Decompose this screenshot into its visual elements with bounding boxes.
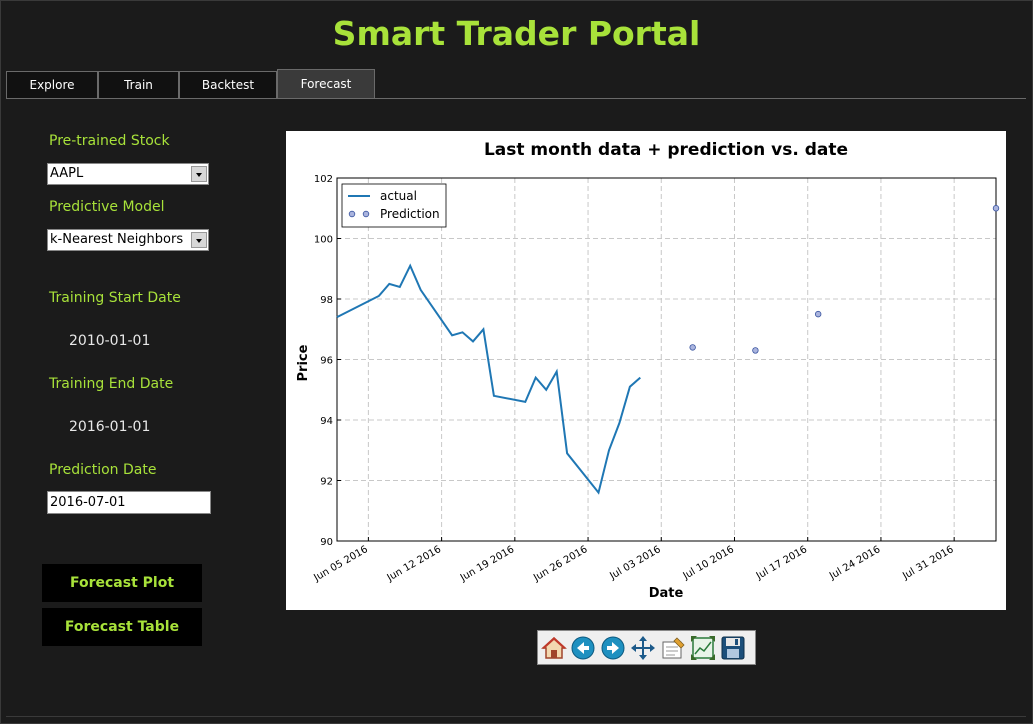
legend-dot-marker [348,210,356,218]
x-tick-label: Jul 31 2016 [900,544,955,582]
y-tick-label: 94 [320,416,333,427]
chart-grid [337,178,996,541]
model-select-value: k-Nearest Neighbors [50,232,184,247]
forecast-chart: 90 92 94 96 98 100 102 Jun 05 2016 Jun 12 2016 J… [286,131,1006,610]
home-icon[interactable] [540,634,568,662]
legend-actual: actual [380,189,417,203]
tab-backtest[interactable]: Backtest [179,71,277,99]
y-tick-label: 98 [320,295,333,306]
stock-select[interactable]: AAPL [47,163,209,185]
chevron-down-icon[interactable] [191,232,207,248]
legend-prediction: Prediction [380,207,440,221]
y-tick-label: 100 [314,235,333,246]
x-tick-label: Jul 24 2016 [827,544,882,582]
forecast-table-button[interactable]: Forecast Table [42,608,202,646]
prediction-date-label: Prediction Date [49,462,157,478]
prediction-point [992,205,1000,212]
x-tick-label: Jul 10 2016 [681,544,736,582]
chart-svg: 9092949698100102 Jun 05 2016 Jun 12 2016 J… [296,140,1000,601]
x-axis-label: Date [649,586,684,601]
save-icon[interactable] [719,634,747,662]
model-label: Predictive Model [49,199,165,215]
y-tick-label: 96 [320,356,333,367]
panel-border [6,716,1026,717]
tab-train[interactable]: Train [98,71,179,99]
tab-forecast[interactable]: Forecast [277,69,375,99]
prediction-point [689,344,696,351]
prediction-point [814,310,822,318]
tab-explore[interactable]: Explore [6,71,98,99]
forecast-plot-button[interactable]: Forecast Plot [42,564,202,602]
stock-label: Pre-trained Stock [49,133,170,149]
legend-dot-marker [362,210,370,218]
y-tick-label: 102 [314,174,333,185]
x-tick-label: Jun 12 2016 [385,544,443,584]
tab-divider [6,98,1026,99]
y-tick-label: 92 [320,477,333,488]
x-tick-label: Jun 19 2016 [458,544,516,584]
plot-toolbar [537,630,756,665]
y-tick-label: 90 [320,537,333,548]
prediction-date-input[interactable]: 2016-07-01 [47,491,211,514]
back-icon[interactable] [569,634,597,662]
forward-icon[interactable] [599,634,627,662]
chart-title: Last month data + prediction vs. date [484,140,848,160]
stock-select-value: AAPL [50,166,84,181]
x-tick-label: Jun 05 2016 [311,544,369,584]
x-axis-ticks: Jun 05 2016 Jun 12 2016 Jun 19 2016 Jun 26 … [311,537,956,584]
train-end-value: 2016-01-01 [69,419,151,435]
x-tick-label: Jul 17 2016 [754,544,809,582]
x-tick-label: Jul 03 2016 [607,544,662,582]
configure-subplots-icon[interactable] [659,634,687,662]
y-axis-label: Price [296,344,311,381]
train-start-label: Training Start Date [49,290,181,306]
x-tick-label: Jun 26 2016 [531,544,589,584]
model-select[interactable]: k-Nearest Neighbors [47,229,209,251]
chart-series [336,205,1000,495]
prediction-point [752,347,759,354]
chevron-down-icon[interactable] [191,166,207,182]
legend: actual Prediction [341,183,447,228]
app-title: Smart Trader Portal [332,14,701,53]
train-end-label: Training End Date [49,376,174,392]
zoom-icon[interactable] [689,634,717,662]
train-start-value: 2010-01-01 [69,333,151,349]
pan-icon[interactable] [629,634,657,662]
series-actual-line [336,263,641,495]
